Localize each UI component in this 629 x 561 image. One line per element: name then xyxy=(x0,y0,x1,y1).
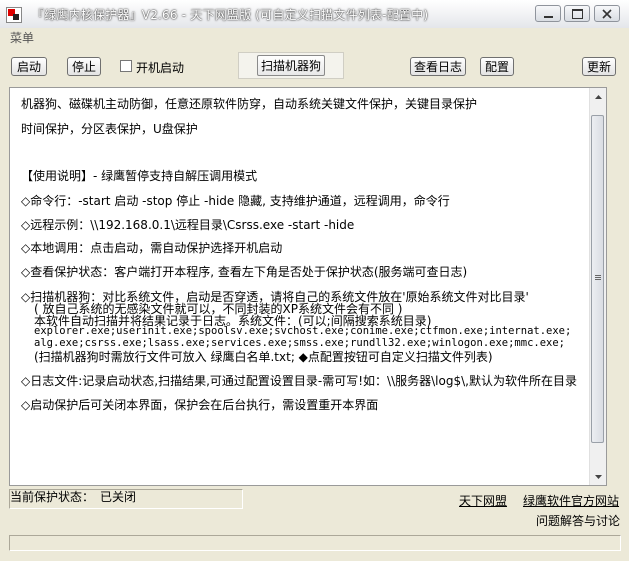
title-bar[interactable]: 『绿鹰内核保护器』V2.66 - 天下网盟版 (可自定义扫描文件列表-配置中) xyxy=(0,0,629,29)
scroll-up-button[interactable] xyxy=(590,88,606,105)
discussion-link[interactable]: 问题解答与讨论 xyxy=(536,512,620,529)
scroll-thumb[interactable] xyxy=(591,115,604,443)
update-button[interactable]: 更新 xyxy=(582,57,616,76)
menu-bar: 菜单 xyxy=(0,28,629,46)
arrow-down-icon xyxy=(594,474,602,479)
info-line: 时间保护，分区表保护，U盘保护 xyxy=(21,122,198,136)
info-line: (扫描机器狗时需放行文件可放入 绿鹰白名单.txt; ◆点配置按钮可自定义扫描文… xyxy=(34,350,493,364)
arrow-up-icon xyxy=(594,94,602,99)
info-line: 【使用说明】- 绿鹰暂停支持自解压调用模式 xyxy=(21,169,258,183)
info-line: 机器狗、磁碟机主动防御，任意还原软件防穿，自动系统关键文件保护，关键目录保护 xyxy=(21,97,478,111)
info-line: ◇启动保护后可关闭本界面，保护会在后台执行，需设置重开本界面 xyxy=(21,398,379,412)
minimize-icon xyxy=(543,15,553,18)
view-log-button[interactable]: 查看日志 xyxy=(410,57,466,76)
info-line: explorer.exe;userinit.exe;spoolsv.exe;sv… xyxy=(34,325,572,337)
scroll-down-button[interactable] xyxy=(590,468,606,485)
restore-icon xyxy=(571,8,583,19)
autostart-checkbox[interactable] xyxy=(120,60,132,72)
autostart-label[interactable]: 开机启动 xyxy=(136,59,184,76)
app-icon xyxy=(6,7,22,23)
protection-status-value: 已关闭 xyxy=(100,490,137,504)
official-site-link[interactable]: 绿鹰软件官方网站 xyxy=(523,492,619,509)
close-button[interactable] xyxy=(594,5,620,22)
close-icon xyxy=(602,8,612,19)
protection-status-label: 当前保护状态： xyxy=(10,490,95,504)
info-line: ◇日志文件:记录启动状态,扫描结果,可通过配置设置目录-需可写!如：\\服务器\… xyxy=(21,374,577,388)
minimize-button[interactable] xyxy=(535,5,561,22)
info-line: ◇本地调用：点击启动，需自动保护选择开机启动 xyxy=(21,241,283,255)
config-button[interactable]: 配置 xyxy=(480,57,514,76)
info-textbox[interactable]: 机器狗、磁碟机主动防御，任意还原软件防穿，自动系统关键文件保护，关键目录保护 时… xyxy=(9,87,607,486)
info-line: ◇查看保护状态：客户端打开本程序, 查看左下角是否处于保护状态(服务端可查日志) xyxy=(21,265,468,279)
menu-item-main[interactable]: 菜单 xyxy=(10,29,34,46)
vertical-scrollbar[interactable] xyxy=(589,88,606,485)
start-button[interactable]: 启动 xyxy=(11,57,47,76)
stop-button[interactable]: 停止 xyxy=(67,57,101,76)
tianxia-link[interactable]: 天下网盟 xyxy=(459,492,507,509)
scan-button[interactable]: 扫描机器狗 xyxy=(238,52,344,79)
info-line: ◇命令行：-start 启动 -stop 停止 -hide 隐藏, 支持维护通道… xyxy=(21,194,450,208)
info-line: ◇远程示例：\\192.168.0.1\远程目录\Csrss.exe -star… xyxy=(21,218,355,232)
restore-button[interactable] xyxy=(564,5,590,22)
scan-button-label: 扫描机器狗 xyxy=(256,55,325,76)
status-bar xyxy=(9,535,621,551)
window-title: 『绿鹰内核保护器』V2.66 - 天下网盟版 (可自定义扫描文件列表-配置中) xyxy=(32,8,429,22)
